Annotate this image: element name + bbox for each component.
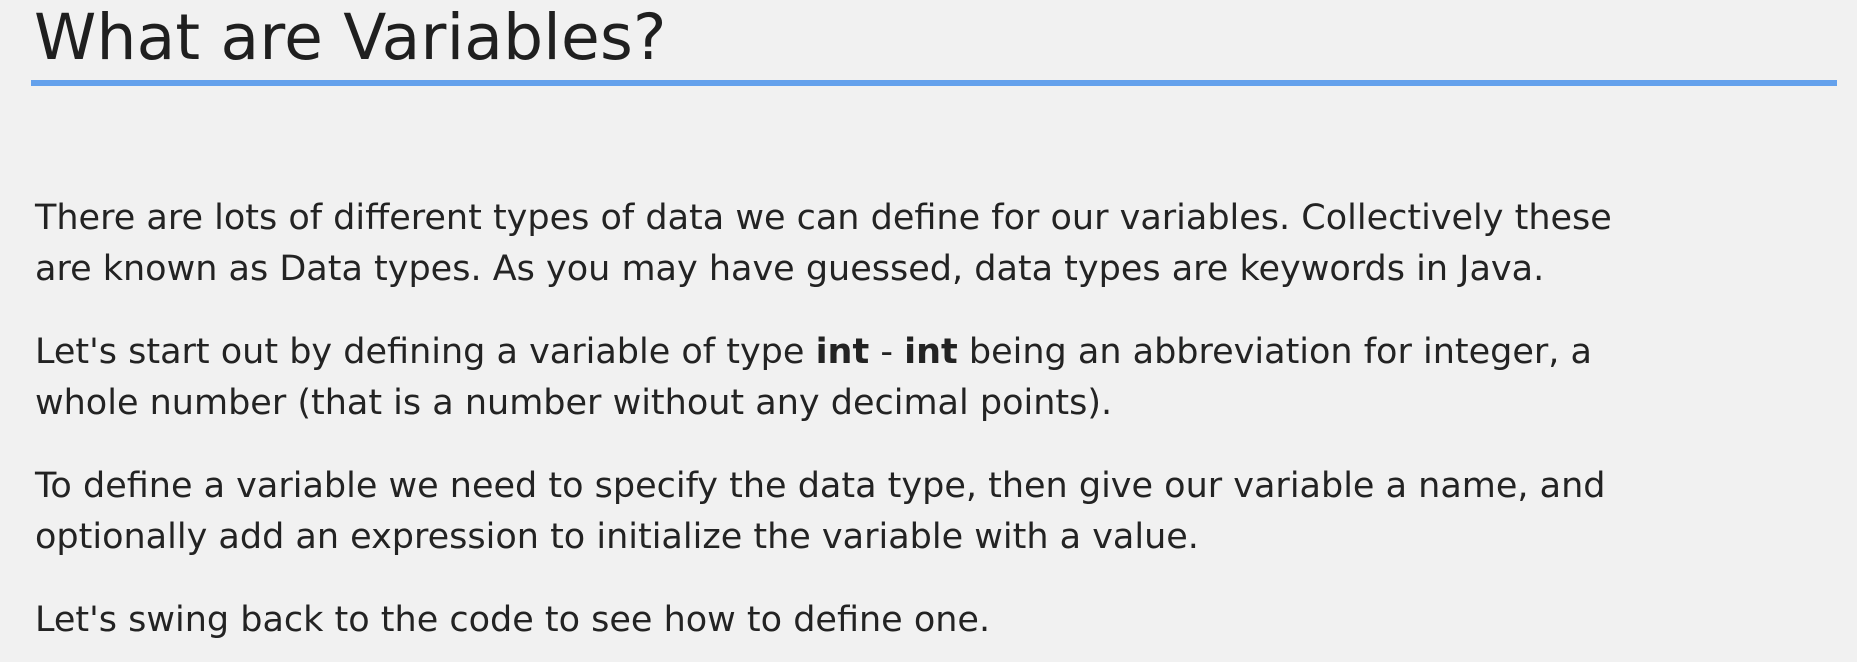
text-segment: being an abbreviation for integer, a <box>957 332 1592 372</box>
paragraph-line: To define a variable we need to specify … <box>35 466 1606 506</box>
paragraph-define-variable: To define a variable we need to specify … <box>35 461 1815 563</box>
paragraph-int-definition: Let's start out by defining a variable o… <box>35 327 1815 429</box>
slide-body: There are lots of different types of dat… <box>35 193 1815 646</box>
text-segment: Let's start out by defining a variable o… <box>35 332 816 372</box>
paragraph-line: Let's swing back to the code to see how … <box>35 600 991 640</box>
title-underline <box>31 80 1837 86</box>
paragraph-line: whole number (that is a number without a… <box>35 383 1113 423</box>
paragraph-line: optionally add an expression to initiali… <box>35 517 1199 557</box>
slide-title: What are Variables? <box>34 1 667 74</box>
paragraph-line: There are lots of different types of dat… <box>35 198 1612 238</box>
paragraph-line: are known as Data types. As you may have… <box>35 249 1545 289</box>
text-segment: - <box>869 332 905 372</box>
paragraph-data-types: There are lots of different types of dat… <box>35 193 1815 295</box>
paragraph-swing-back: Let's swing back to the code to see how … <box>35 595 1815 646</box>
keyword-int: int <box>815 332 870 372</box>
keyword-int: int <box>904 332 958 372</box>
slide: What are Variables? There are lots of di… <box>0 0 1857 662</box>
paragraph-line: Let's start out by defining a variable o… <box>35 327 1815 378</box>
